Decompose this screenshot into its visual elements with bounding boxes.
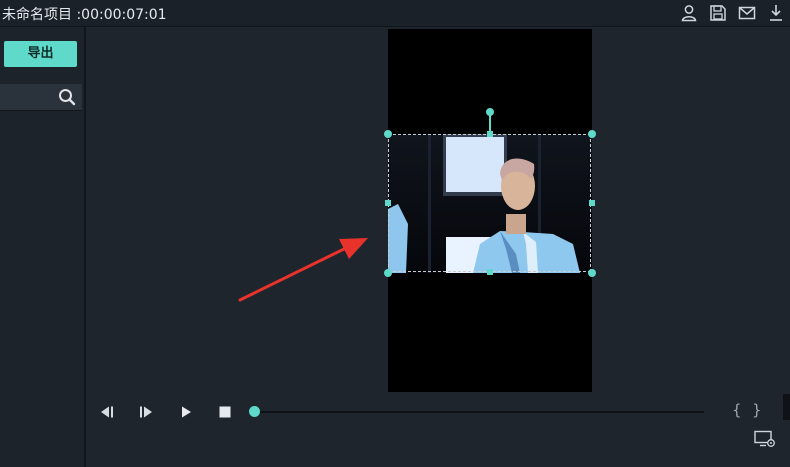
monitor-settings-icon[interactable] [754,430,776,448]
video-canvas [384,29,596,392]
mail-icon[interactable] [737,3,757,23]
playback-controls: { } [86,394,790,427]
corner-handle-top-right[interactable] [588,130,596,138]
left-panel: 导出 [0,27,86,467]
save-icon[interactable] [708,3,728,23]
next-frame-icon[interactable] [137,403,155,421]
search-box [0,84,82,111]
edge-handle-bottom[interactable] [487,269,493,275]
side-panel-edge [783,394,790,420]
timeline-scrubber[interactable] [254,411,704,413]
preview-panel: { } [86,27,790,467]
mark-in-button[interactable]: { [732,401,742,419]
play-icon[interactable] [177,403,195,421]
download-icon[interactable] [766,3,786,23]
transform-box[interactable] [388,134,591,272]
edge-handle-top[interactable] [487,131,493,137]
export-button[interactable]: 导出 [4,41,77,67]
search-input[interactable] [0,84,62,110]
edge-handle-right[interactable] [589,200,595,206]
stop-icon[interactable] [216,403,234,421]
corner-handle-top-left[interactable] [384,130,392,138]
annotation-arrow [238,238,368,302]
title-bar: 未命名项目 :00:00:07:01 [0,0,790,27]
prev-frame-icon[interactable] [98,403,116,421]
playhead-knob[interactable] [249,406,260,417]
corner-handle-bottom-right[interactable] [588,269,596,277]
corner-handle-bottom-left[interactable] [384,269,392,277]
edge-handle-left[interactable] [385,200,391,206]
user-icon[interactable] [679,3,699,23]
rotate-handle[interactable] [486,108,494,116]
project-title: 未命名项目 :00:00:07:01 [2,7,167,23]
search-icon[interactable] [57,87,77,107]
mark-out-button[interactable]: } [752,401,762,419]
